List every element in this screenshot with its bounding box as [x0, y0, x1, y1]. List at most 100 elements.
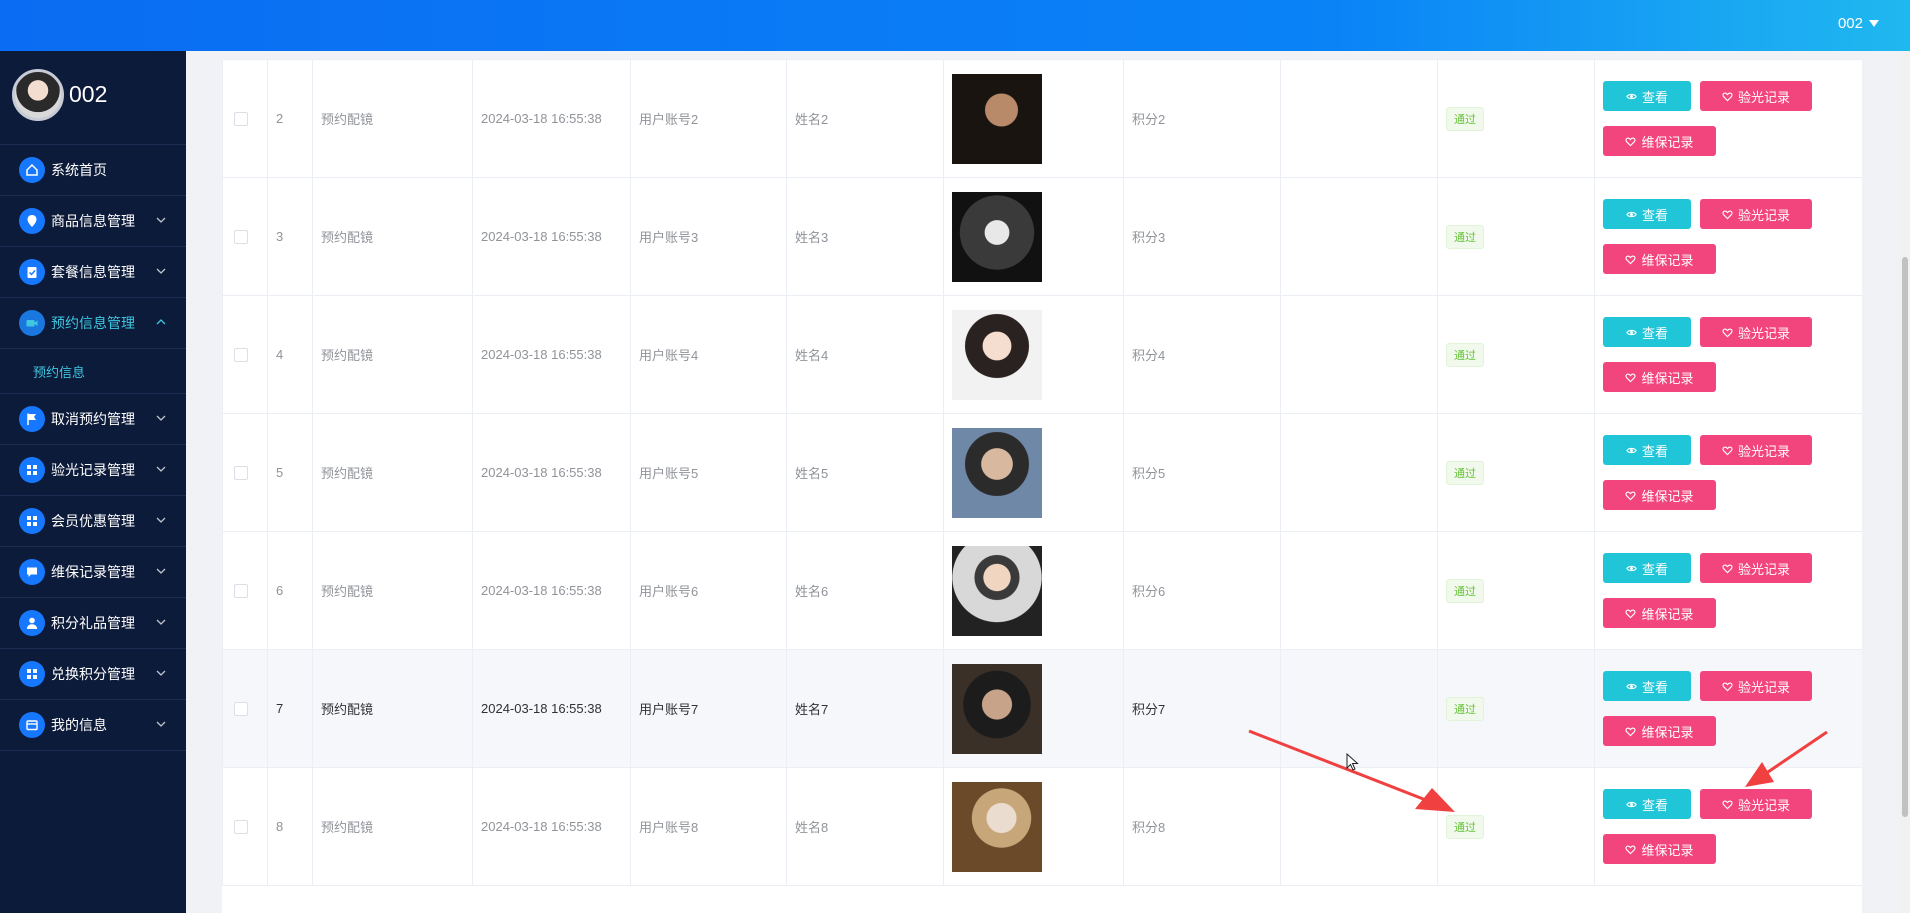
row-checkbox[interactable] — [234, 583, 248, 598]
status-cell: 通过 — [1437, 59, 1595, 178]
optometry-record-button[interactable]: 验光记录 — [1700, 81, 1812, 111]
optometry-record-button[interactable]: 验光记录 — [1700, 671, 1812, 701]
sidebar-item-member-discounts[interactable]: 会员优惠管理 — [0, 496, 186, 547]
top-header: 002 — [0, 0, 1910, 51]
sidebar-item-points-gifts[interactable]: 积分礼品管理 — [0, 598, 186, 649]
sidebar-item-label: 积分礼品管理 — [51, 615, 135, 631]
maintenance-record-label: 维保记录 — [1641, 370, 1694, 386]
actions-cell: 查看 验光记录 维保记录 — [1594, 531, 1862, 650]
status-cell: 通过 — [1437, 767, 1595, 886]
user-name: 姓名2 — [786, 59, 944, 178]
optometry-record-label: 验光记录 — [1737, 443, 1790, 459]
scrollbar-thumb[interactable] — [1902, 257, 1908, 817]
sidebar-item-appointments[interactable]: 预约信息管理 — [0, 298, 186, 349]
status-badge: 通过 — [1446, 578, 1484, 603]
maintenance-record-label: 维保记录 — [1641, 488, 1694, 504]
table-row: 6 预约配镜 2024-03-18 16:55:38 用户账号6 姓名6 积分6… — [222, 531, 1862, 650]
page-scrollbar[interactable] — [1900, 51, 1910, 913]
user-account: 用户账号6 — [630, 531, 787, 650]
sidebar-subitem-appointment-info[interactable]: 预约信息 — [0, 349, 186, 394]
view-button-label: 查看 — [1641, 89, 1668, 105]
sidebar-item-maintenance-records[interactable]: 维保记录管理 — [0, 547, 186, 598]
appointment-time: 2024-03-18 16:55:38 — [472, 413, 631, 532]
optometry-record-button[interactable]: 验光记录 — [1700, 317, 1812, 347]
maintenance-record-button[interactable]: 维保记录 — [1603, 480, 1716, 510]
user-name: 姓名5 — [786, 413, 944, 532]
sidebar-item-home[interactable]: 系统首页 — [0, 145, 186, 196]
view-button[interactable]: 查看 — [1603, 789, 1691, 819]
eye-icon — [1626, 211, 1637, 217]
maintenance-record-button[interactable]: 维保记录 — [1603, 244, 1716, 274]
row-select-cell — [222, 177, 268, 296]
view-button-label: 查看 — [1641, 561, 1668, 577]
row-index: 3 — [267, 177, 313, 296]
appointments-table: 2 预约配镜 2024-03-18 16:55:38 用户账号2 姓名2 积分2… — [222, 59, 1862, 913]
user-menu[interactable]: 002 — [1838, 15, 1879, 32]
sidebar-item-packages[interactable]: 套餐信息管理 — [0, 247, 186, 298]
location-pin-icon — [19, 208, 45, 234]
appointment-type: 预约配镜 — [312, 413, 473, 532]
maintenance-record-button[interactable]: 维保记录 — [1603, 126, 1716, 156]
appointment-time: 2024-03-18 16:55:38 — [472, 767, 631, 886]
actions-cell: 查看 验光记录 维保记录 — [1594, 59, 1862, 178]
status-cell: 通过 — [1437, 531, 1595, 650]
sidebar-item-points-exchange[interactable]: 兑换积分管理 — [0, 649, 186, 700]
maintenance-record-button[interactable]: 维保记录 — [1603, 834, 1716, 864]
sidebar-item-label: 兑换积分管理 — [51, 666, 135, 682]
chevron-down-icon — [156, 466, 166, 472]
row-checkbox[interactable] — [234, 111, 248, 126]
heart-icon — [1625, 491, 1637, 500]
eye-icon — [1626, 447, 1637, 453]
sidebar-item-label: 会员优惠管理 — [51, 513, 135, 529]
row-checkbox[interactable] — [234, 347, 248, 362]
appointment-time: 2024-03-18 16:55:38 — [472, 295, 631, 414]
view-button[interactable]: 查看 — [1603, 317, 1691, 347]
view-button[interactable]: 查看 — [1603, 553, 1691, 583]
eye-icon — [1626, 93, 1637, 99]
clipboard-icon — [19, 259, 45, 285]
row-checkbox[interactable] — [234, 465, 248, 480]
view-button[interactable]: 查看 — [1603, 81, 1691, 111]
status-cell: 通过 — [1437, 649, 1595, 768]
heart-icon — [1722, 682, 1733, 691]
mouse-cursor-icon — [1346, 753, 1359, 771]
sidebar-item-cancellations[interactable]: 取消预约管理 — [0, 394, 186, 445]
sidebar-item-my-info[interactable]: 我的信息 — [0, 700, 186, 751]
optometry-record-button[interactable]: 验光记录 — [1700, 789, 1812, 819]
optometry-record-button[interactable]: 验光记录 — [1700, 553, 1812, 583]
grid-icon — [19, 457, 45, 483]
optometry-record-button[interactable]: 验光记录 — [1700, 199, 1812, 229]
sidebar-item-products[interactable]: 商品信息管理 — [0, 196, 186, 247]
optometry-record-button[interactable]: 验光记录 — [1700, 435, 1812, 465]
sidebar-item-label: 系统首页 — [51, 162, 107, 178]
row-checkbox[interactable] — [234, 229, 248, 244]
heart-icon — [1722, 328, 1733, 337]
row-index: 5 — [267, 413, 313, 532]
status-badge: 通过 — [1446, 696, 1484, 721]
user-name: 姓名6 — [786, 531, 944, 650]
points: 积分4 — [1123, 295, 1281, 414]
optometry-record-label: 验光记录 — [1737, 325, 1790, 341]
maintenance-record-button[interactable]: 维保记录 — [1603, 716, 1716, 746]
appointment-type: 预约配镜 — [312, 767, 473, 886]
view-button[interactable]: 查看 — [1603, 671, 1691, 701]
photo-cell — [943, 177, 1124, 296]
sidebar-item-label: 取消预约管理 — [51, 411, 135, 427]
status-badge: 通过 — [1446, 224, 1484, 249]
row-select-cell — [222, 649, 268, 768]
maintenance-record-button[interactable]: 维保记录 — [1603, 362, 1716, 392]
avatar — [12, 69, 64, 121]
heart-icon — [1722, 564, 1733, 573]
view-button[interactable]: 查看 — [1603, 199, 1691, 229]
sidebar-item-optometry-records[interactable]: 验光记录管理 — [0, 445, 186, 496]
status-badge: 通过 — [1446, 106, 1484, 131]
row-checkbox[interactable] — [234, 819, 248, 834]
grid-icon — [19, 661, 45, 687]
view-button[interactable]: 查看 — [1603, 435, 1691, 465]
heart-icon — [1625, 845, 1637, 854]
row-checkbox[interactable] — [234, 701, 248, 716]
status-cell: 通过 — [1437, 177, 1595, 296]
status-cell: 通过 — [1437, 295, 1595, 414]
maintenance-record-button[interactable]: 维保记录 — [1603, 598, 1716, 628]
row-index: 6 — [267, 531, 313, 650]
